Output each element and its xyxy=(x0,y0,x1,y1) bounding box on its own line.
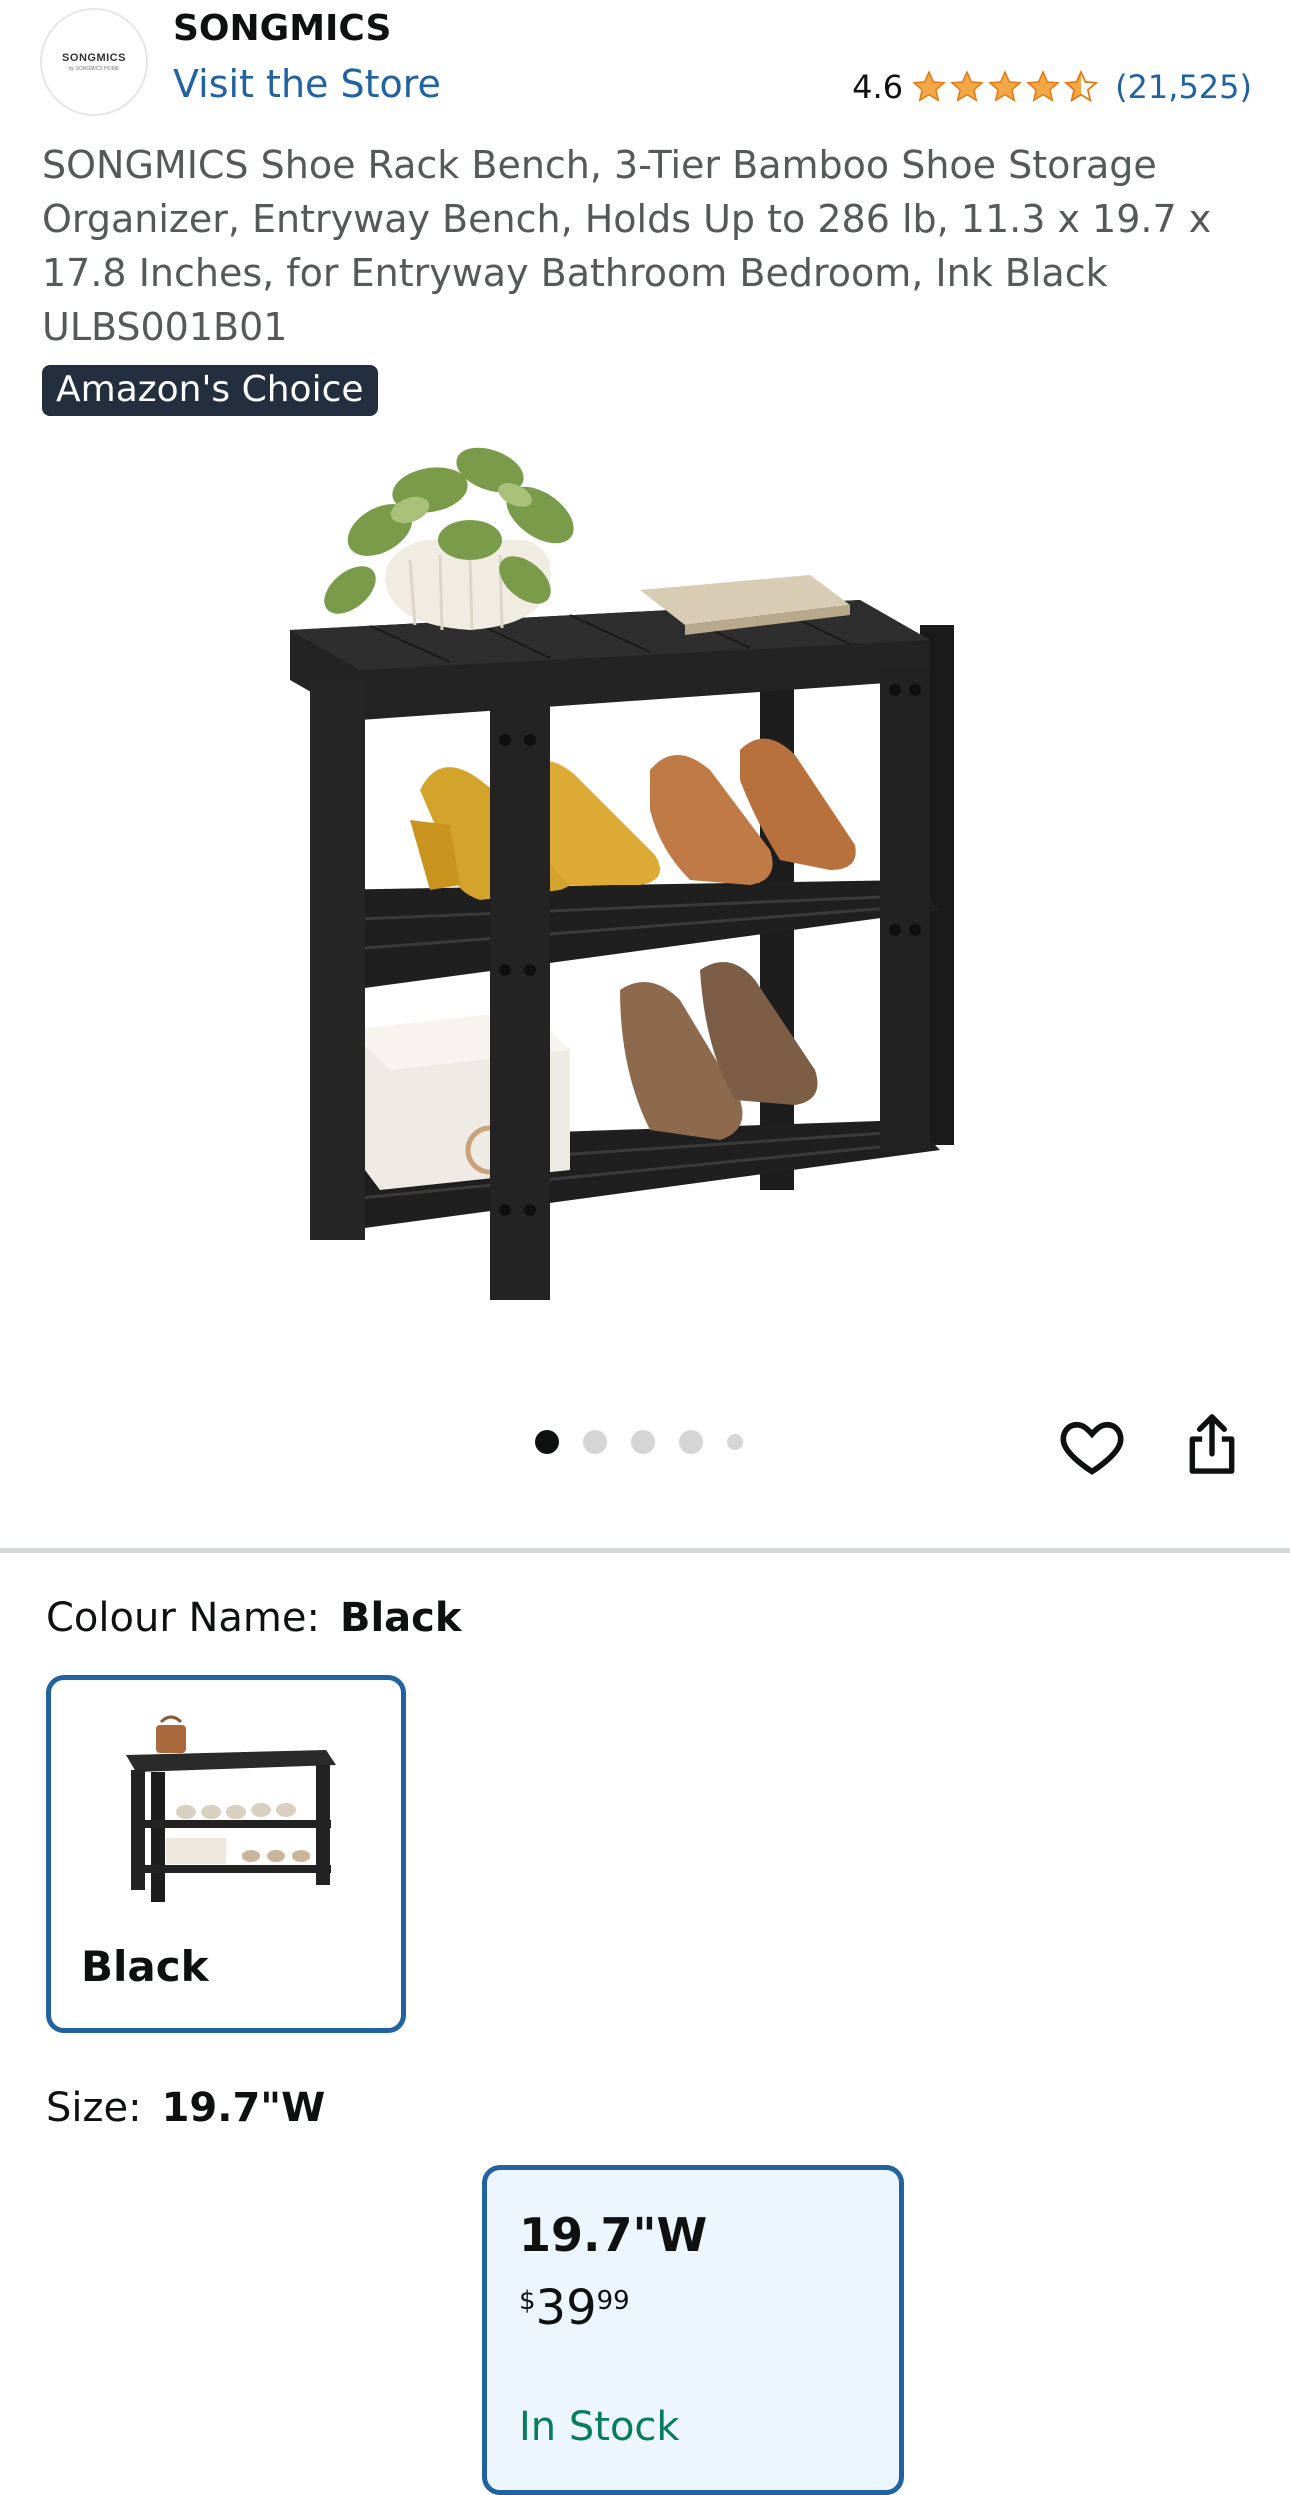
rating-count-link[interactable]: (21,525) xyxy=(1115,68,1252,106)
colour-option-black[interactable]: Black xyxy=(46,1675,406,2033)
visit-store-link[interactable]: Visit the Store xyxy=(173,62,441,106)
size-option-19-7w[interactable]: 19.7"W $3999 In Stock xyxy=(482,2165,904,2495)
colour-label-text: Colour Name: xyxy=(46,1595,320,1641)
availability-status: In Stock xyxy=(519,2404,680,2450)
size-label-text: Size: xyxy=(46,2085,142,2131)
colour-option-thumbnail xyxy=(126,1715,336,1902)
pagination-dot[interactable] xyxy=(631,1430,655,1454)
star-icon xyxy=(950,70,984,102)
section-divider xyxy=(0,1548,1290,1553)
share-icon[interactable] xyxy=(1186,1412,1238,1476)
price-whole: 39 xyxy=(535,2280,597,2336)
rating-summary[interactable]: 4.6 (21,525) xyxy=(852,68,1252,106)
size-selected-value: 19.7"W xyxy=(161,2085,326,2131)
size-label: Size: 19.7"W xyxy=(46,2085,325,2131)
pagination-dot[interactable] xyxy=(583,1430,607,1454)
pagination-dot[interactable] xyxy=(679,1430,703,1454)
price-symbol: $ xyxy=(519,2286,536,2316)
pagination-dot[interactable] xyxy=(535,1430,559,1454)
pagination-dot[interactable] xyxy=(727,1434,743,1450)
colour-selected-value: Black xyxy=(339,1595,462,1641)
image-pagination[interactable] xyxy=(535,1430,767,1454)
star-icon xyxy=(1026,70,1060,102)
heart-icon[interactable] xyxy=(1058,1412,1126,1480)
colour-option-label: Black xyxy=(81,1942,209,1991)
size-option-price: $3999 xyxy=(519,2280,630,2336)
size-option-label: 19.7"W xyxy=(519,2208,708,2262)
product-image[interactable] xyxy=(290,430,1000,1330)
star-icon xyxy=(912,70,946,102)
logo-subtext: by SONGMICS HOME xyxy=(68,66,120,72)
product-title: SONGMICS Shoe Rack Bench, 3-Tier Bamboo … xyxy=(42,143,1212,349)
brand-logo[interactable]: SONGMICS by SONGMICS HOME xyxy=(40,8,148,116)
star-icon xyxy=(988,70,1022,102)
star-rating xyxy=(911,69,1099,105)
rating-value: 4.6 xyxy=(852,68,904,106)
colour-label: Colour Name: Black xyxy=(46,1595,462,1641)
logo-text: SONGMICS xyxy=(62,52,126,64)
brand-name: SONGMICS xyxy=(173,8,392,49)
price-fraction: 99 xyxy=(596,2286,630,2316)
amazons-choice-badge[interactable]: Amazon's Choice xyxy=(42,365,378,416)
half-star-icon xyxy=(1063,69,1099,103)
